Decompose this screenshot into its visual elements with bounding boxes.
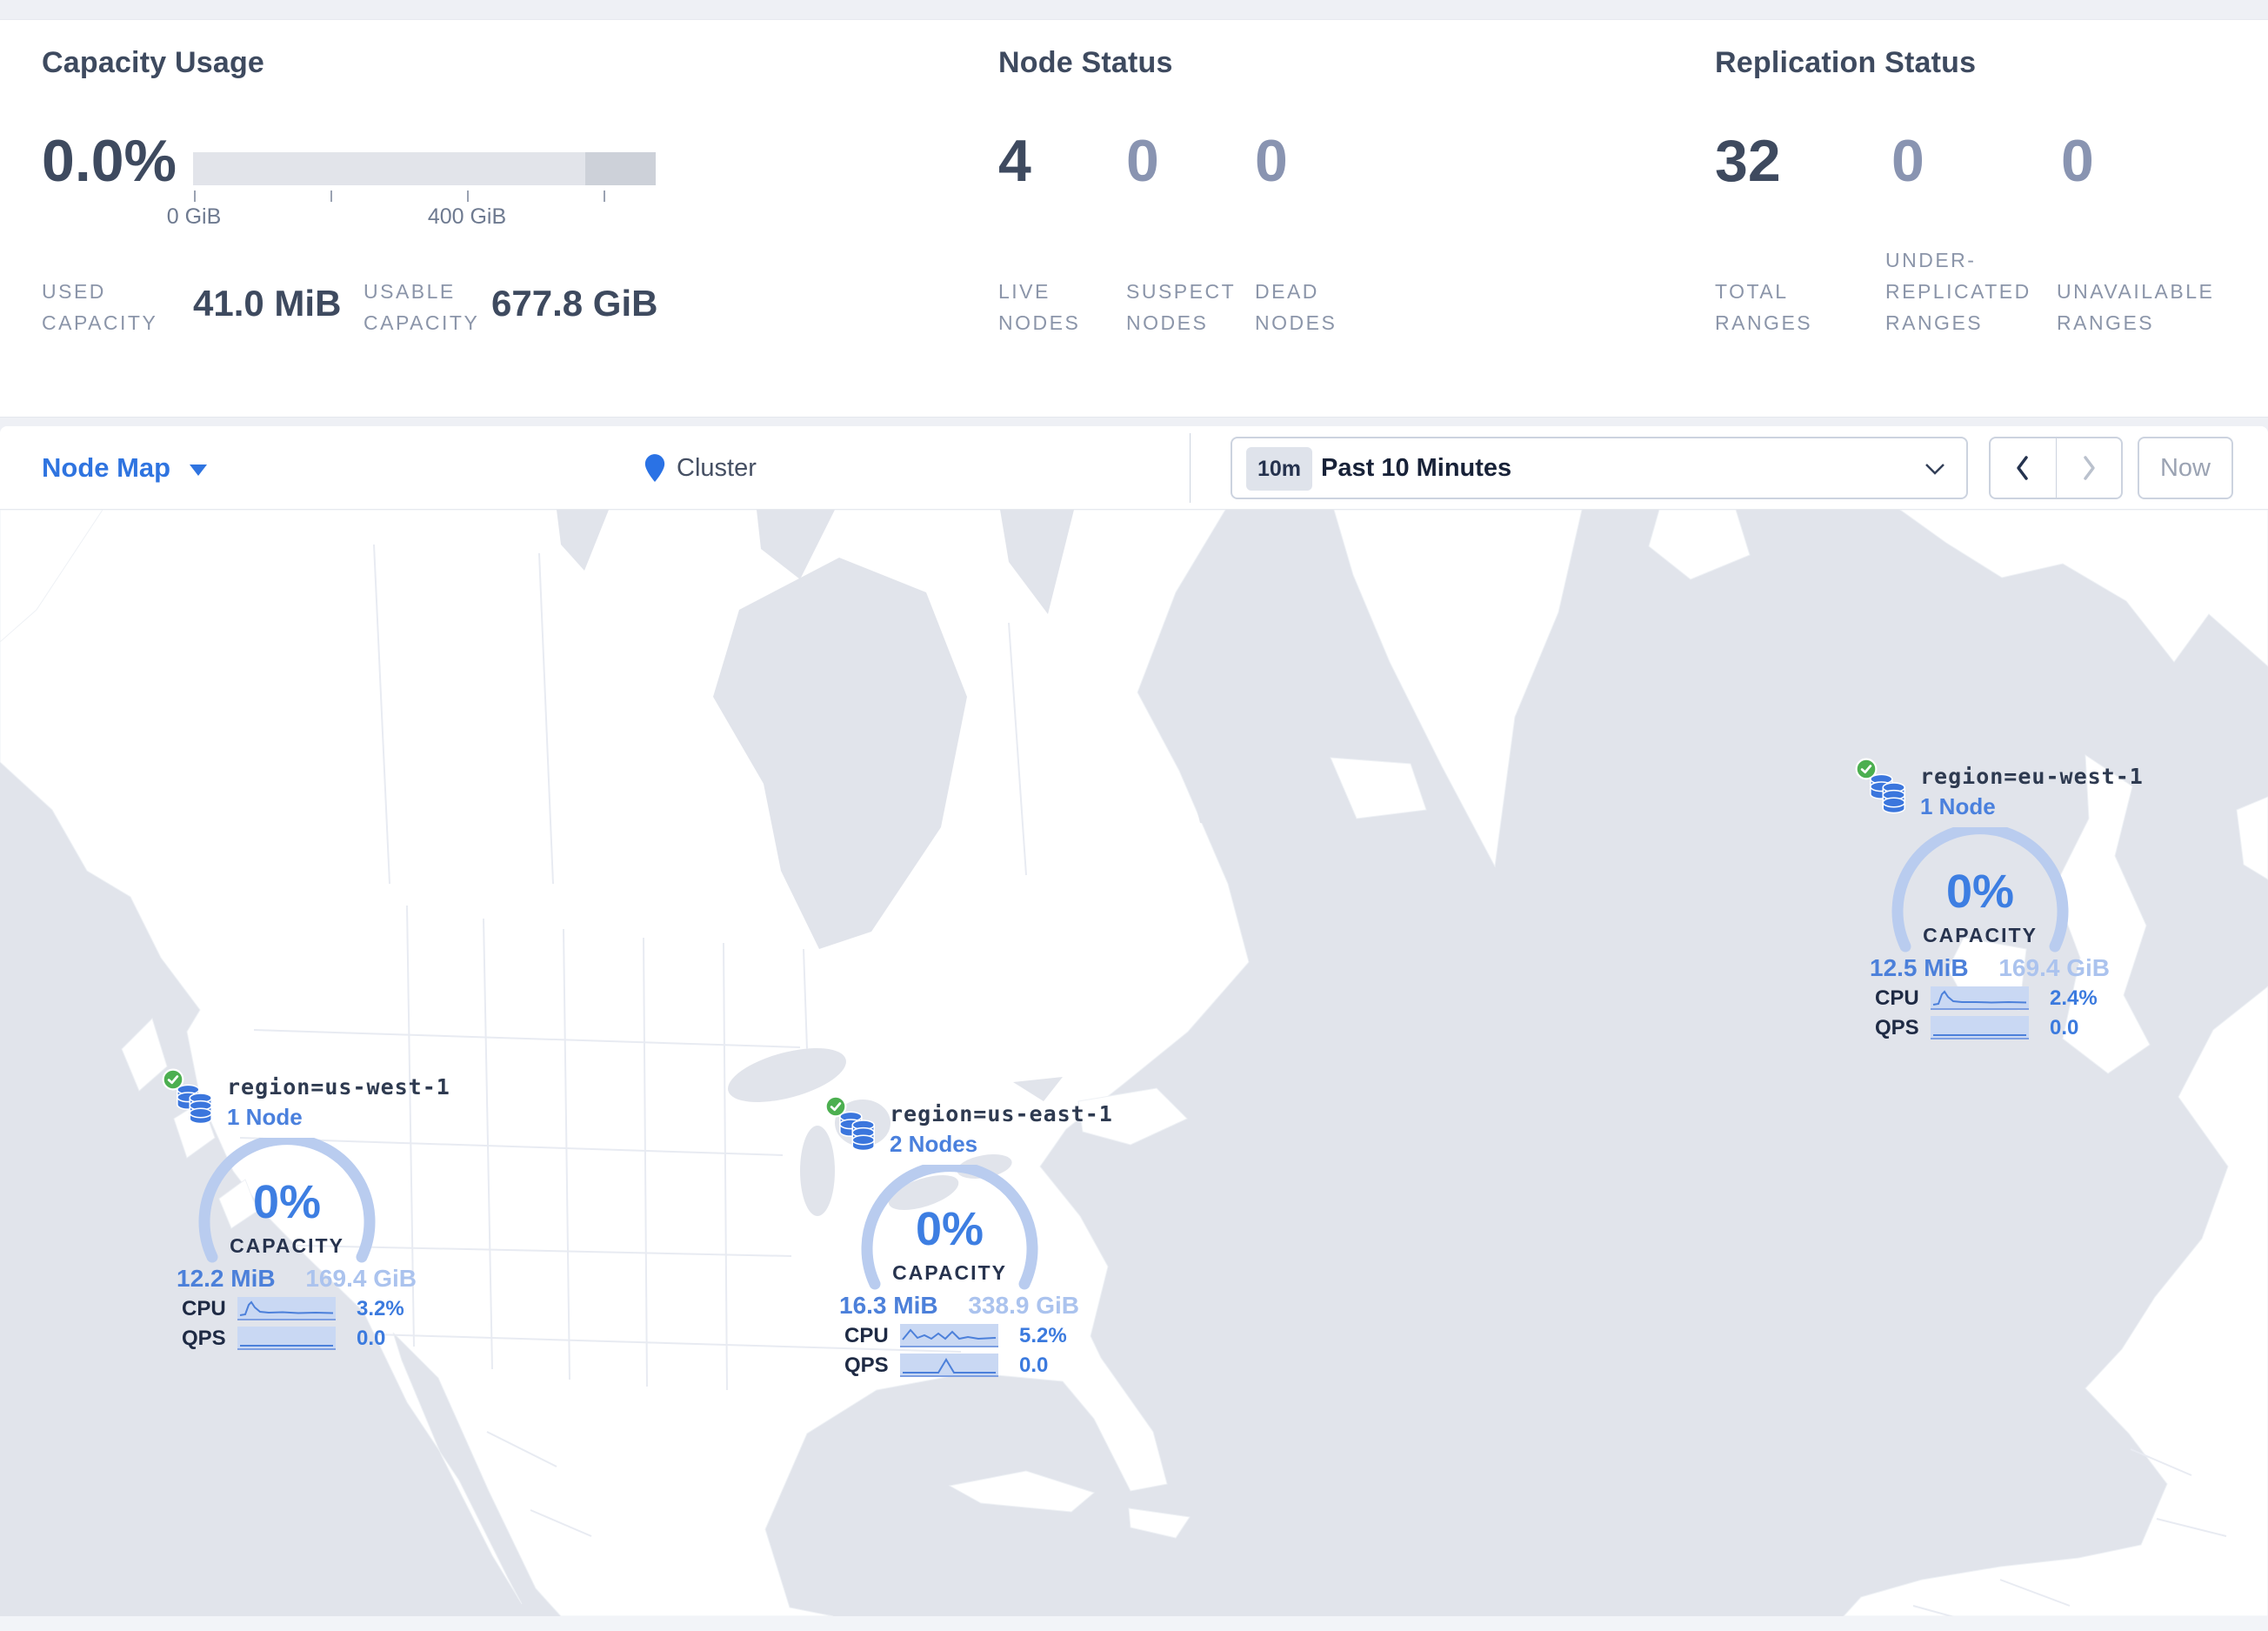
capacity-label: CAPACITY <box>230 1234 344 1257</box>
axis-tick <box>604 191 605 202</box>
dead-nodes-label: DEAD NODES <box>1255 280 1337 334</box>
cpu-row: CPU 3.2% <box>150 1297 429 1323</box>
region-marker-us-west-1[interactable]: region=us-west-1 1 Node 0% CAPACITY 12.2… <box>150 1064 450 1364</box>
dead-nodes-count: 0 <box>1255 128 1288 194</box>
time-range-dropdown[interactable]: 10m Past 10 Minutes <box>1231 437 1968 499</box>
total-ranges-label: TOTAL RANGES <box>1715 280 1813 334</box>
view-selector-dropdown[interactable]: Node Map <box>42 426 208 510</box>
breadcrumb-label: Cluster <box>677 453 757 482</box>
time-range-label: Past 10 Minutes <box>1321 454 1512 482</box>
cpu-value: 2.4% <box>2050 986 2098 1010</box>
unavailable-ranges-label: UNAVAILABLE RANGES <box>2057 280 2215 334</box>
region-name: region=us-west-1 <box>227 1074 450 1100</box>
cpu-value: 5.2% <box>1019 1324 1067 1347</box>
capacity-percent: 0% <box>915 1203 984 1255</box>
cpu-label: CPU <box>182 1297 226 1320</box>
qps-row: QPS 0.0 <box>1844 1016 2122 1042</box>
qps-value: 0.0 <box>357 1327 386 1350</box>
axis-tick <box>330 191 332 202</box>
caret-down-icon <box>190 464 208 476</box>
database-stack-icon <box>839 1111 875 1152</box>
qps-row: QPS 0.0 <box>150 1327 429 1353</box>
toolbar-divider <box>1190 433 1191 503</box>
capacity-total: 338.9 GiB <box>968 1292 1079 1319</box>
qps-sparkline <box>1931 1016 2029 1039</box>
suspect-nodes-count: 0 <box>1126 128 1159 194</box>
time-pager <box>1989 437 2123 499</box>
time-prev-button[interactable] <box>1991 438 2057 498</box>
chevron-down-icon <box>1925 464 1944 475</box>
cpu-label: CPU <box>844 1324 889 1347</box>
qps-sparkline <box>237 1327 336 1350</box>
capacity-percent: 0% <box>252 1176 322 1228</box>
cluster-overview-page: Capacity Usage 0.0% 0 GiB 400 GiB USED C… <box>0 0 2268 1631</box>
region-marker-us-east-1[interactable]: region=us-east-1 2 Nodes 0% CAPACITY 16.… <box>813 1091 1112 1391</box>
cpu-sparkline <box>900 1324 998 1347</box>
database-stack-icon <box>1870 773 1905 814</box>
region-marker-eu-west-1[interactable]: region=eu-west-1 1 Node 0% CAPACITY 12.5… <box>1844 753 2143 1053</box>
usable-capacity-label: USABLE CAPACITY <box>364 280 480 334</box>
cpu-sparkline <box>237 1297 336 1320</box>
capacity-label: CAPACITY <box>1923 924 2038 946</box>
world-map <box>0 510 2268 1616</box>
capacity-reserved-segment <box>585 152 656 185</box>
capacity-total: 169.4 GiB <box>305 1265 417 1292</box>
region-node-count[interactable]: 1 Node <box>227 1104 303 1131</box>
qps-sparkline <box>900 1354 998 1377</box>
unavailable-ranges-count: 0 <box>2061 128 2094 194</box>
region-node-count[interactable]: 2 Nodes <box>890 1131 977 1158</box>
capacity-total: 169.4 GiB <box>1998 954 2110 981</box>
map-toolbar: Node Map Cluster 10m Past 10 Minutes Now <box>0 426 2268 510</box>
capacity-usage-bar <box>193 152 656 185</box>
capacity-used: 12.2 MiB <box>177 1265 276 1292</box>
used-capacity-value: 41.0 MiB <box>193 283 342 324</box>
total-ranges-count: 32 <box>1715 128 1781 194</box>
chevron-left-icon <box>2017 456 2028 480</box>
under-replicated-count: 0 <box>1891 128 1924 194</box>
axis-tick <box>194 191 196 202</box>
cluster-summary-panel: Capacity Usage 0.0% 0 GiB 400 GiB USED C… <box>0 19 2268 418</box>
region-name: region=eu-west-1 <box>1920 764 2144 789</box>
capacity-usage-title: Capacity Usage <box>42 46 265 79</box>
suspect-nodes-label: SUSPECT NODES <box>1126 280 1236 334</box>
time-range-badge: 10m <box>1246 447 1313 491</box>
region-node-count[interactable]: 1 Node <box>1920 793 1996 820</box>
cpu-label: CPU <box>1875 986 1919 1010</box>
cpu-row: CPU 5.2% <box>813 1324 1091 1350</box>
qps-label: QPS <box>1875 1016 1919 1039</box>
qps-label: QPS <box>844 1354 889 1377</box>
capacity-used: 16.3 MiB <box>839 1292 938 1319</box>
replication-status-title: Replication Status <box>1715 46 1977 79</box>
usable-capacity-value: 677.8 GiB <box>491 283 658 324</box>
cpu-row: CPU 2.4% <box>1844 986 2122 1013</box>
live-nodes-label: LIVE NODES <box>998 280 1081 334</box>
view-selector-label: Node Map <box>42 452 171 483</box>
capacity-used: 12.5 MiB <box>1870 954 1969 981</box>
axis-tick <box>467 191 469 202</box>
time-next-button[interactable] <box>2057 438 2122 498</box>
axis-tick-label: 400 GiB <box>427 204 507 229</box>
used-capacity-label: USED CAPACITY <box>42 280 158 334</box>
node-map: region=eu-west-1 1 Node 0% CAPACITY 12.5… <box>0 510 2268 1616</box>
breadcrumb[interactable]: Cluster <box>644 426 757 510</box>
qps-row: QPS 0.0 <box>813 1354 1091 1380</box>
capacity-percent: 0% <box>1945 866 2015 918</box>
axis-tick-label: 0 GiB <box>166 204 222 229</box>
capacity-usage-percent: 0.0% <box>42 128 177 194</box>
cpu-sparkline <box>1931 986 2029 1010</box>
live-nodes-count: 4 <box>998 128 1031 194</box>
database-stack-icon <box>177 1084 212 1125</box>
region-name: region=us-east-1 <box>890 1101 1113 1126</box>
location-pin-icon <box>644 454 665 482</box>
cpu-value: 3.2% <box>357 1297 404 1320</box>
qps-label: QPS <box>182 1327 226 1350</box>
chevron-right-icon <box>2084 456 2095 480</box>
capacity-label: CAPACITY <box>892 1261 1007 1284</box>
qps-value: 0.0 <box>2050 1016 2079 1039</box>
qps-value: 0.0 <box>1019 1354 1049 1377</box>
under-replicated-label: UNDER-REPLICATED RANGES <box>1885 249 2031 334</box>
now-button[interactable]: Now <box>2138 437 2233 499</box>
node-status-title: Node Status <box>998 46 1173 79</box>
footer-strip <box>0 1616 2268 1631</box>
